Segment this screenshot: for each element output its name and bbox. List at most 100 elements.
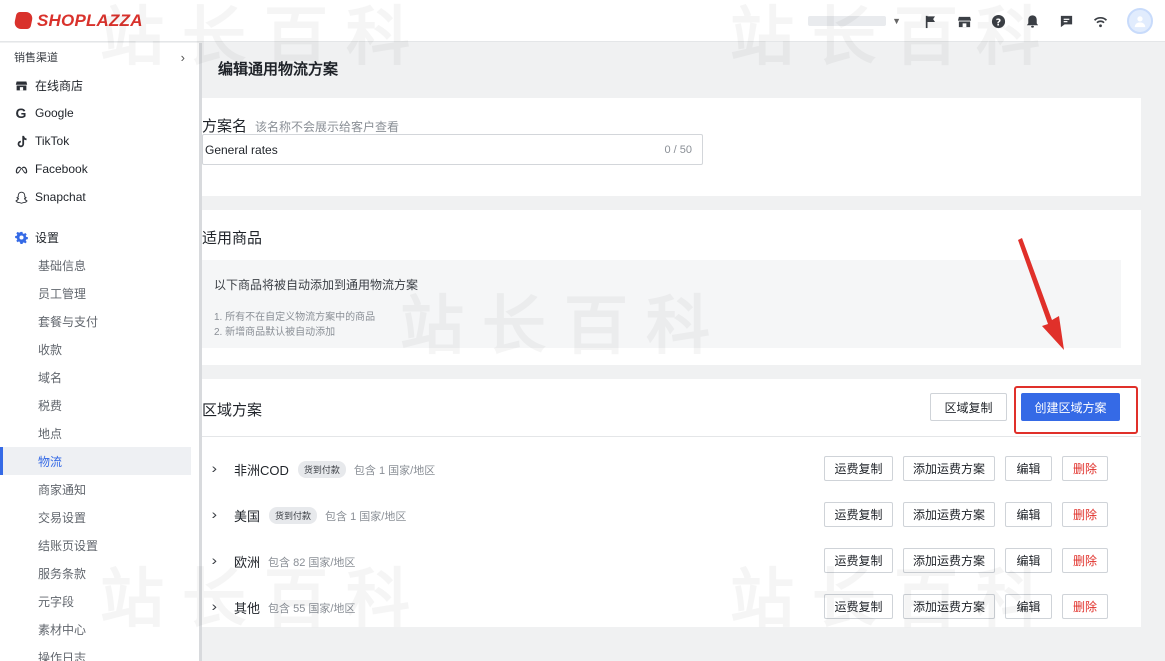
store-icon: [13, 77, 29, 93]
region-name-text: 美国: [234, 509, 261, 524]
sidebar-item-label: Google: [35, 106, 74, 120]
store-selector[interactable]: ▼: [803, 13, 901, 29]
region-country-count: 包含 1 国家/地区: [325, 510, 407, 523]
expand-chevron-icon[interactable]: ›: [212, 598, 218, 614]
sidebar-subitem[interactable]: 操作日志: [0, 643, 199, 661]
sidebar-item-snapchat[interactable]: Snapchat: [0, 183, 199, 211]
region-row: › 美国 货到付款 包含 1 国家/地区 运费复制 添加运费方案 编辑 删除: [202, 492, 1141, 538]
region-country-count: 包含 82 国家/地区: [268, 556, 356, 569]
products-info-box: 以下商品将被自动添加到通用物流方案 1. 所有不在自定义物流方案中的商品 2. …: [202, 260, 1121, 348]
caret-down-icon: ▼: [892, 16, 901, 26]
sidebar-subitem[interactable]: 域名: [0, 363, 199, 391]
bell-icon[interactable]: [1015, 0, 1049, 42]
sidebar-subitem[interactable]: 税费: [0, 391, 199, 419]
plan-name-value: General rates: [205, 142, 278, 157]
expand-chevron-icon[interactable]: ›: [212, 506, 218, 522]
copy-rate-button[interactable]: 运费复制: [824, 502, 893, 527]
sidebar-subitem[interactable]: 地点: [0, 419, 199, 447]
sidebar-subitem[interactable]: 素材中心: [0, 615, 199, 643]
region-row: › 欧洲 包含 82 国家/地区 运费复制 添加运费方案 编辑 删除: [202, 538, 1141, 584]
region-plans-card: 区域方案 区域复制 创建区域方案 › 非洲COD 货到付款 包含 1 国家/地区…: [202, 379, 1141, 627]
edit-button[interactable]: 编辑: [1005, 502, 1052, 527]
sidebar-item-online-store[interactable]: 在线商店: [0, 71, 199, 99]
sidebar-subitem[interactable]: 物流: [0, 447, 191, 475]
products-info-title: 以下商品将被自动添加到通用物流方案: [214, 278, 419, 292]
sidebar-subitem[interactable]: 交易设置: [0, 503, 199, 531]
sidebar-item-label: TikTok: [35, 134, 70, 148]
sales-channel-header[interactable]: 销售渠道 ›: [0, 43, 199, 71]
flag-icon[interactable]: [913, 0, 947, 42]
sidebar-subitem[interactable]: 商家通知: [0, 475, 199, 503]
wifi-icon[interactable]: [1083, 0, 1117, 42]
user-icon: [1134, 16, 1146, 28]
shoplazza-logo-icon: [13, 12, 34, 29]
sidebar-item-tiktok[interactable]: TikTok: [0, 127, 199, 155]
expand-chevron-icon[interactable]: ›: [212, 552, 218, 568]
add-rate-button[interactable]: 添加运费方案: [903, 502, 995, 527]
tiktok-icon: [13, 133, 29, 149]
svg-text:?: ?: [995, 17, 1000, 28]
edit-button[interactable]: 编辑: [1005, 548, 1052, 573]
region-name: 非洲COD 货到付款 包含 1 国家/地区: [234, 460, 435, 479]
delete-button[interactable]: 删除: [1062, 594, 1108, 619]
sidebar-subitem[interactable]: 套餐与支付: [0, 307, 199, 335]
copy-rate-button[interactable]: 运费复制: [824, 548, 893, 573]
avatar[interactable]: [1127, 8, 1153, 34]
region-name: 其他 包含 55 国家/地区: [234, 598, 355, 617]
sidebar-subitem[interactable]: 员工管理: [0, 279, 199, 307]
snapchat-icon: [13, 189, 29, 205]
applicable-products-card: 适用商品 以下商品将被自动添加到通用物流方案 1. 所有不在自定义物流方案中的商…: [202, 210, 1141, 365]
sidebar: 销售渠道 › 在线商店 G Google TikTok Facebook Sna…: [0, 43, 199, 661]
add-rate-button[interactable]: 添加运费方案: [903, 594, 995, 619]
sidebar-item-label: Facebook: [35, 162, 88, 176]
region-name-text: 欧洲: [234, 555, 261, 570]
sidebar-subitem[interactable]: 基础信息: [0, 251, 199, 279]
edit-button[interactable]: 编辑: [1005, 456, 1052, 481]
sidebar-item-facebook[interactable]: Facebook: [0, 155, 199, 183]
chevron-right-icon: ›: [180, 49, 185, 65]
plan-name-input[interactable]: General rates 0 / 50: [202, 134, 703, 165]
add-rate-button[interactable]: 添加运费方案: [903, 548, 995, 573]
sidebar-item-label: 在线商店: [35, 78, 84, 93]
sidebar-subitem[interactable]: 元字段: [0, 587, 199, 615]
plan-name-hint: 该名称不会展示给客户查看: [255, 120, 400, 134]
store-name-placeholder: [808, 16, 887, 26]
edit-button[interactable]: 编辑: [1005, 594, 1052, 619]
sidebar-item-settings[interactable]: 设置: [0, 223, 199, 251]
page-header: 编辑通用物流方案: [202, 43, 1165, 93]
region-row: › 其他 包含 55 国家/地区 运费复制 添加运费方案 编辑 删除: [202, 584, 1141, 630]
copy-rate-button[interactable]: 运费复制: [824, 594, 893, 619]
message-icon[interactable]: [1049, 0, 1083, 42]
create-region-button[interactable]: 创建区域方案: [1021, 393, 1120, 421]
shoplazza-logo[interactable]: SHOPLAZZA: [13, 11, 143, 31]
add-rate-button[interactable]: 添加运费方案: [903, 456, 995, 481]
cod-badge: 货到付款: [269, 507, 318, 524]
sidebar-item-google[interactable]: G Google: [0, 99, 199, 127]
store-icon[interactable]: [947, 0, 981, 42]
sidebar-subitem[interactable]: 服务条款: [0, 559, 199, 587]
plan-name-label: 方案名 该名称不会展示给客户查看: [202, 115, 399, 136]
region-name: 美国 货到付款 包含 1 国家/地区: [234, 506, 406, 525]
sidebar-subitem[interactable]: 收款: [0, 335, 199, 363]
sales-channel-label: 销售渠道: [14, 52, 58, 64]
top-right-tools: ▼ ?: [803, 0, 1153, 42]
page-title: 编辑通用物流方案: [218, 60, 339, 78]
char-counter: 0 / 50: [664, 143, 692, 156]
delete-button[interactable]: 删除: [1062, 548, 1108, 573]
region-name-text: 其他: [234, 601, 261, 616]
region-country-count: 包含 1 国家/地区: [353, 464, 436, 477]
copy-region-button[interactable]: 区域复制: [930, 393, 1007, 421]
sidebar-subitem[interactable]: 结账页设置: [0, 531, 199, 559]
meta-icon: [13, 161, 29, 177]
region-country-count: 包含 55 国家/地区: [268, 602, 356, 615]
copy-rate-button[interactable]: 运费复制: [824, 456, 893, 481]
plan-name-card: 方案名 该名称不会展示给客户查看 General rates 0 / 50: [202, 98, 1141, 196]
expand-chevron-icon[interactable]: ›: [212, 460, 218, 476]
help-icon[interactable]: ?: [981, 0, 1015, 42]
products-info-line: 2. 新增商品默认被自动添加: [214, 327, 336, 338]
region-name: 欧洲 包含 82 国家/地区: [234, 552, 355, 571]
top-bar: SHOPLAZZA ▼ ?: [0, 0, 1165, 42]
delete-button[interactable]: 删除: [1062, 502, 1108, 527]
delete-button[interactable]: 删除: [1062, 456, 1108, 481]
region-plans-header: 区域方案 区域复制 创建区域方案: [202, 379, 1141, 437]
